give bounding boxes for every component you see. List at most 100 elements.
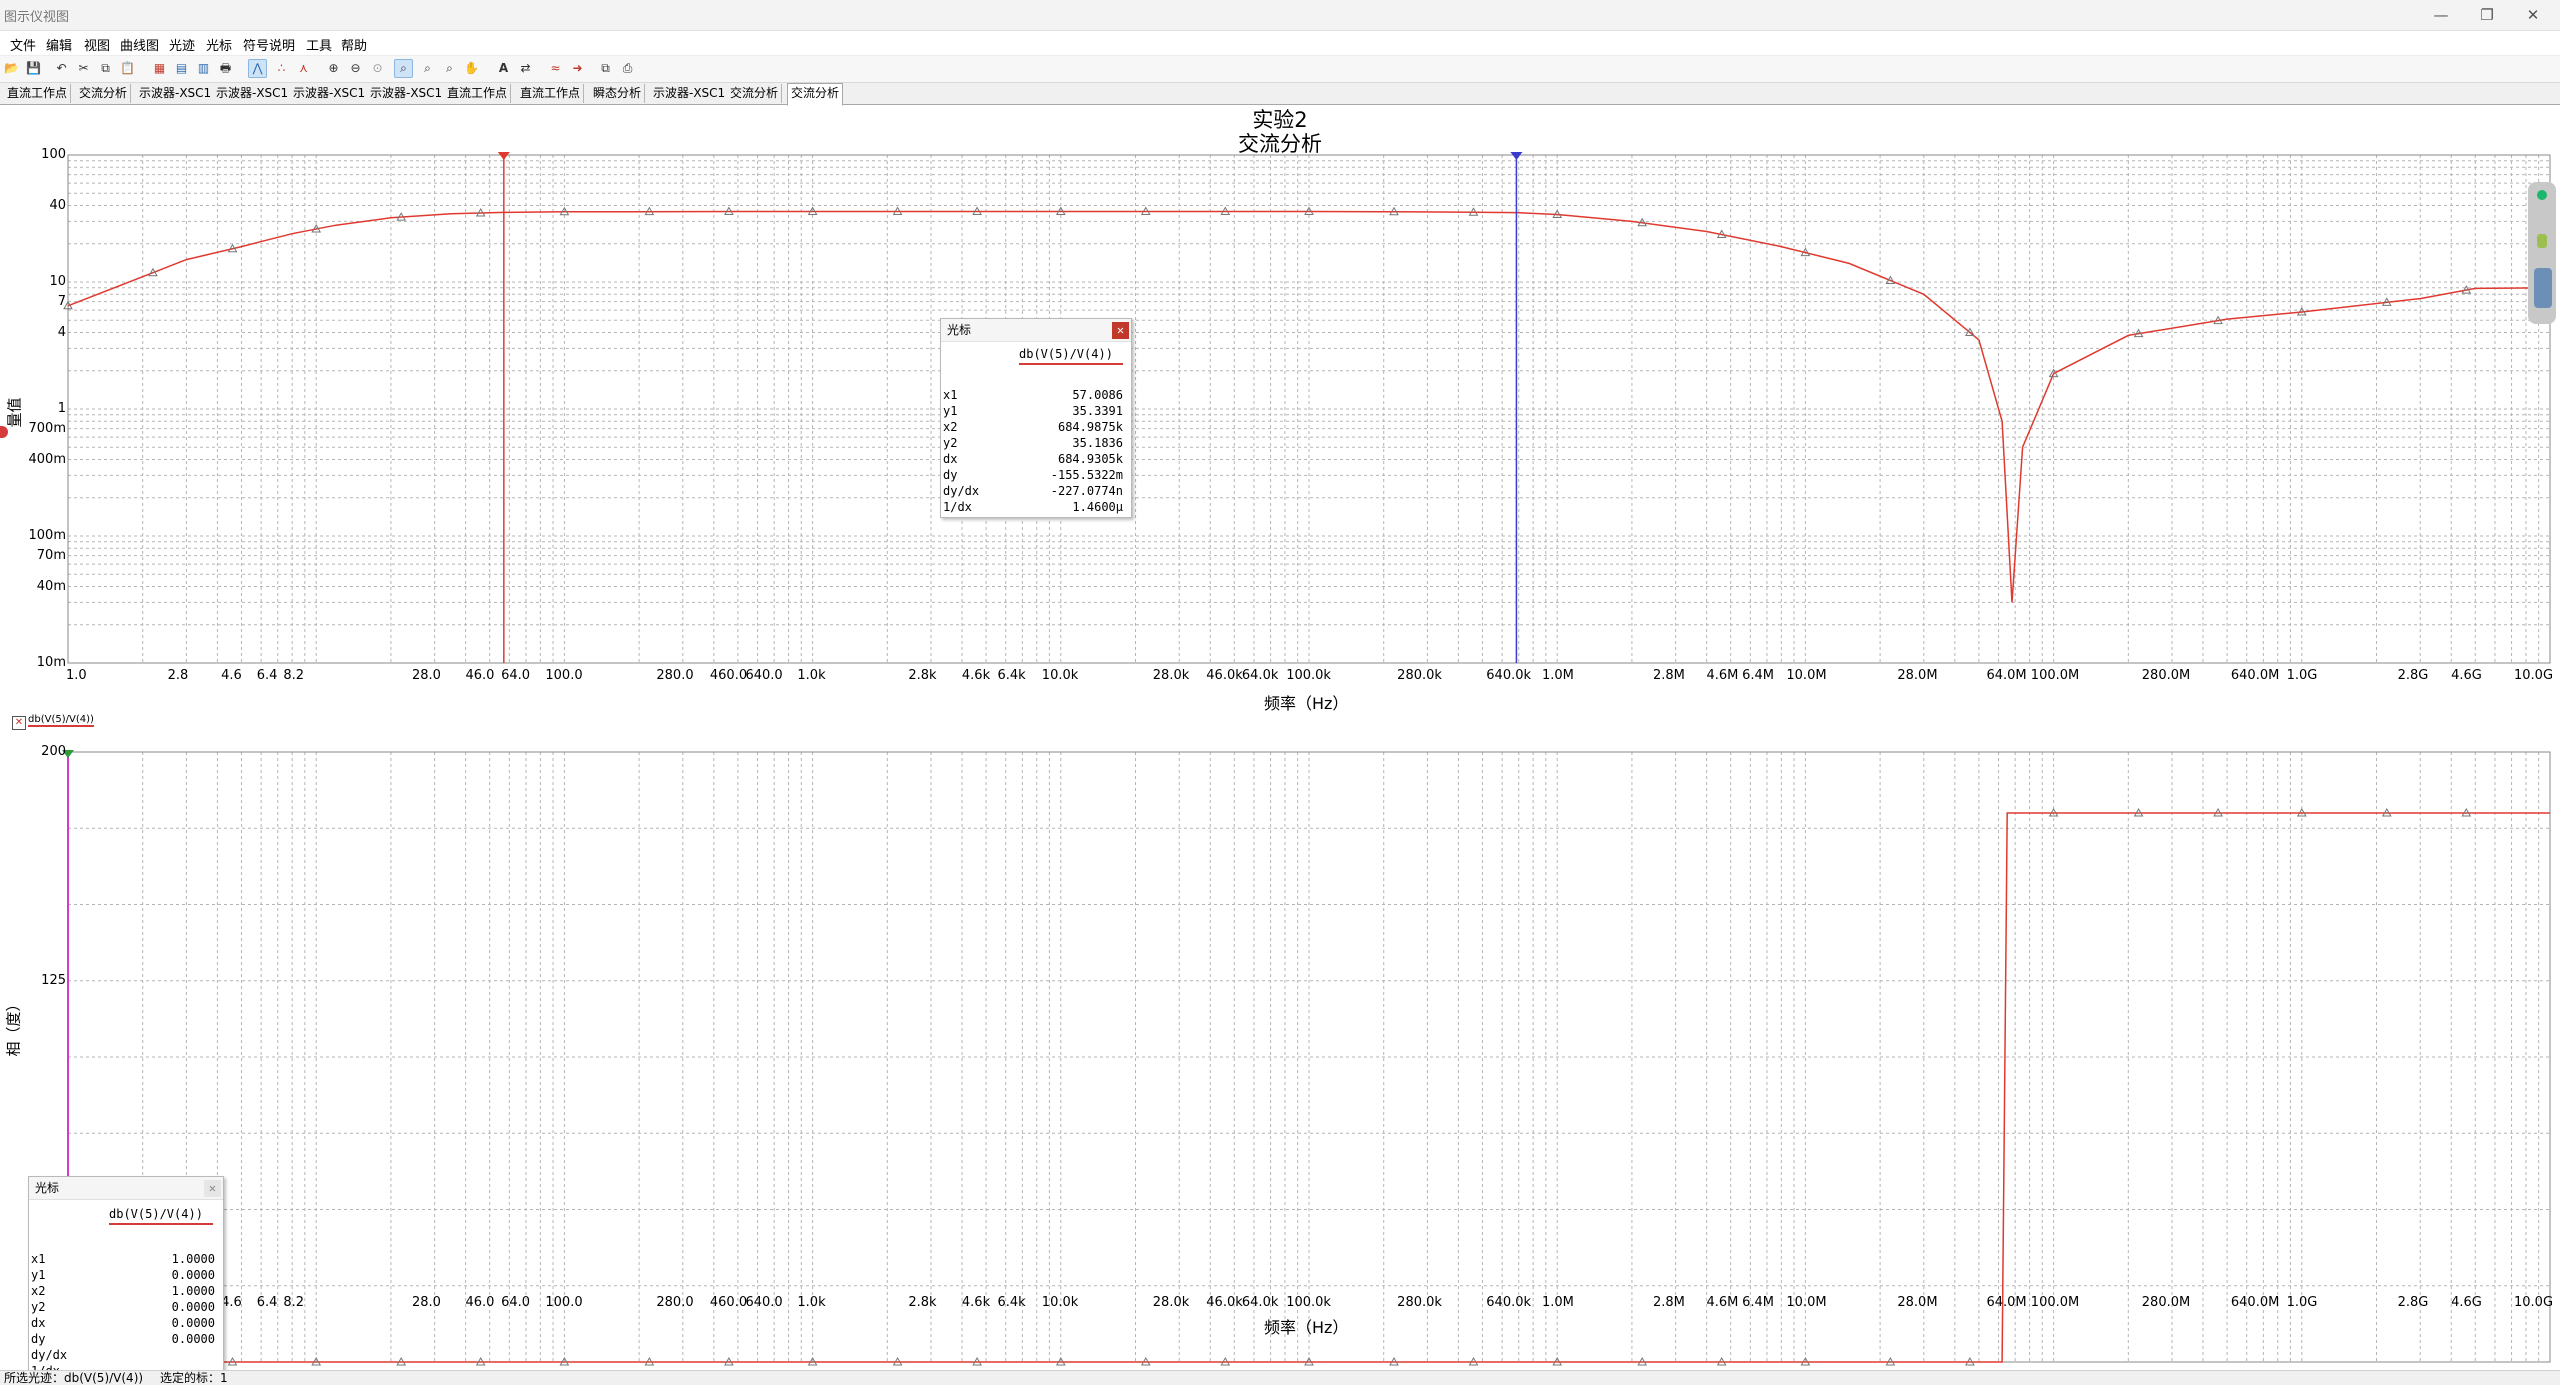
cursor-row-key: x2 xyxy=(943,420,958,434)
cursor-row-key: dx xyxy=(943,452,958,466)
close-icon[interactable]: ✕ xyxy=(204,1180,221,1197)
x-tick-label: 10.0k xyxy=(1041,1295,1079,1310)
cursor-panel-top[interactable]: 光标 ✕ db(V(5)/V(4)) x1 57.0086 y1 35.3391 x2 6… xyxy=(940,318,1132,518)
cursor-trace-underline xyxy=(109,1223,213,1225)
x-tick-label: 28.0k xyxy=(1152,1295,1190,1310)
x-tick-label: 100.0k xyxy=(1286,668,1331,683)
y-tick-label: 7 xyxy=(57,293,66,309)
status-selected-marker: 选定的标：1 xyxy=(160,1371,228,1385)
zoom-gadget[interactable] xyxy=(2528,182,2556,324)
level-icon xyxy=(2537,234,2547,248)
trace-visible-checkbox[interactable]: ✕ xyxy=(12,716,26,730)
y-tick-label: 70m xyxy=(36,547,66,563)
x-tick-label: 46.0k xyxy=(1206,668,1243,683)
cursor-row: y1 0.0000 xyxy=(31,1267,215,1283)
x-tick-label: 100.0k xyxy=(1286,1295,1331,1310)
cursor-row-value: 0.0000 xyxy=(171,1300,215,1314)
x-tick-label: 28.0 xyxy=(411,668,441,683)
x-tick-label: 10.0G xyxy=(2514,1295,2554,1310)
x-tick-label: 10.0k xyxy=(1041,668,1079,683)
x-tick-label: 280.0M xyxy=(2141,668,2191,683)
x-tick-label: 28.0 xyxy=(411,1295,441,1310)
cursor-row: dx 684.9305k xyxy=(943,451,1123,467)
x-tick-label: 640.0M xyxy=(2230,1295,2280,1310)
cursor-row: y2 35.1836 xyxy=(943,435,1123,451)
x-tick-label: 2.8G xyxy=(2397,1295,2429,1310)
cursor-row-key: y1 xyxy=(943,404,958,418)
x-tick-label: 6.4k xyxy=(997,668,1026,683)
x-tick-label: 1.0G xyxy=(2286,668,2318,683)
x-tick-label: 28.0k xyxy=(1152,668,1190,683)
y-tick-label: 125 xyxy=(41,972,66,988)
x-tick-label: 4.6G xyxy=(2451,668,2482,683)
x-tick-label: 6.4M xyxy=(1742,668,1774,683)
y-tick-label: 40 xyxy=(49,197,66,213)
y-tick-label: 700m xyxy=(28,420,66,436)
x-tick-label: 2.8M xyxy=(1652,668,1685,683)
x-tick-label: 100.0 xyxy=(545,668,583,683)
x-tick-label: 100.0M xyxy=(2030,668,2080,683)
cursor-row: dy/dx -227.0774n xyxy=(943,483,1123,499)
cursor-row: y2 0.0000 xyxy=(31,1299,215,1315)
cursor-row: dy 0.0000 xyxy=(31,1331,215,1347)
cursor-trace-name: db(V(5)/V(4)) xyxy=(1019,347,1113,361)
cursor-panel-bottom[interactable]: 光标 ✕ db(V(5)/V(4)) x1 1.0000 y1 0.0000 x2 1.0… xyxy=(28,1176,224,1384)
y-tick-label: 4 xyxy=(57,324,66,340)
cursor-row-key: dy xyxy=(943,468,958,482)
cursor-row-value: 0.0000 xyxy=(171,1316,215,1330)
x-tick-label: 6.4 xyxy=(256,1295,278,1310)
x-tick-label: 2.8G xyxy=(2397,668,2429,683)
cursor-panel-header: 光标 xyxy=(29,1177,223,1200)
x-tick-label: 100.0 xyxy=(545,1295,583,1310)
status-bar: 所选光迹：db(V(5)/V(4)) 选定的标：1 xyxy=(0,1370,2560,1385)
x-tick-label: 2.8k xyxy=(908,1295,937,1310)
cursor-row-value: 35.3391 xyxy=(1072,404,1123,418)
cursor-trace-name: db(V(5)/V(4)) xyxy=(109,1207,203,1221)
y-tick-label: 400m xyxy=(28,451,66,467)
x-tick-label: 4.6k xyxy=(961,668,991,683)
x-tick-label: 64.0 xyxy=(501,1295,531,1310)
cursor-row-value: 1.4600µ xyxy=(1072,500,1123,514)
x-tick-label: 1.0G xyxy=(2286,1295,2318,1310)
cursor-row-value: 0.0000 xyxy=(171,1332,215,1346)
x-tick-label: 280.0 xyxy=(656,668,694,683)
series-line xyxy=(68,812,2550,1363)
x-tick-label: 280.0 xyxy=(656,1295,694,1310)
cursor-row-key: x1 xyxy=(31,1252,46,1266)
cursor-1-handle xyxy=(497,152,510,160)
y-tick-label: 1 xyxy=(57,401,66,416)
cursor-row-value: 1.0000 xyxy=(171,1284,215,1298)
x-tick-label: 640.0M xyxy=(2230,668,2280,683)
cursor-row: x1 1.0000 xyxy=(31,1251,215,1267)
x-tick-label: 6.4k xyxy=(997,1295,1026,1310)
y-tick-label: 40m xyxy=(36,578,66,594)
x-tick-label: 6.4M xyxy=(1742,1295,1774,1310)
x-tick-label: 28.0M xyxy=(1897,668,1938,683)
y-tick-label: 100 xyxy=(41,147,66,162)
x-tick-label: 1.0 xyxy=(66,668,87,683)
cursor-lines xyxy=(62,152,1523,1362)
x-tick-label: 4.6k xyxy=(961,1295,991,1310)
x-tick-label: 640.0 xyxy=(745,668,783,683)
x-tick-label: 10.0M xyxy=(1786,1295,1827,1310)
x-tick-label: 1.0M xyxy=(1542,1295,1574,1310)
cursor-row: x2 1.0000 xyxy=(31,1283,215,1299)
close-icon[interactable]: ✕ xyxy=(1112,322,1129,339)
top-y-axis-label: 量值 xyxy=(5,397,24,428)
bottom-y-axis-label: 相（度） xyxy=(4,996,23,1057)
cursor-row-key: 1/dx xyxy=(943,500,972,514)
x-tick-label: 4.6G xyxy=(2451,1295,2482,1310)
x-tick-label: 4.6M xyxy=(1706,1295,1739,1310)
y-tick-label: 10m xyxy=(36,655,66,670)
cursor-row-value: 684.9305k xyxy=(1057,452,1123,466)
cursor-row: x2 684.9875k xyxy=(943,419,1123,435)
x-tick-label: 8.2 xyxy=(283,1295,305,1310)
cursor-row-value: 57.0086 xyxy=(1072,388,1123,402)
cursor-row-value: 1.0000 xyxy=(171,1252,215,1266)
cursor-row-key: dx xyxy=(31,1316,46,1330)
x-tick-label: 46.0 xyxy=(465,1295,495,1310)
cursor-trace-underline xyxy=(1019,363,1123,365)
x-tick-label: 4.6 xyxy=(221,1295,242,1310)
x-tick-label: 4.6M xyxy=(1706,668,1739,683)
x-tick-label: 2.8k xyxy=(908,668,937,683)
